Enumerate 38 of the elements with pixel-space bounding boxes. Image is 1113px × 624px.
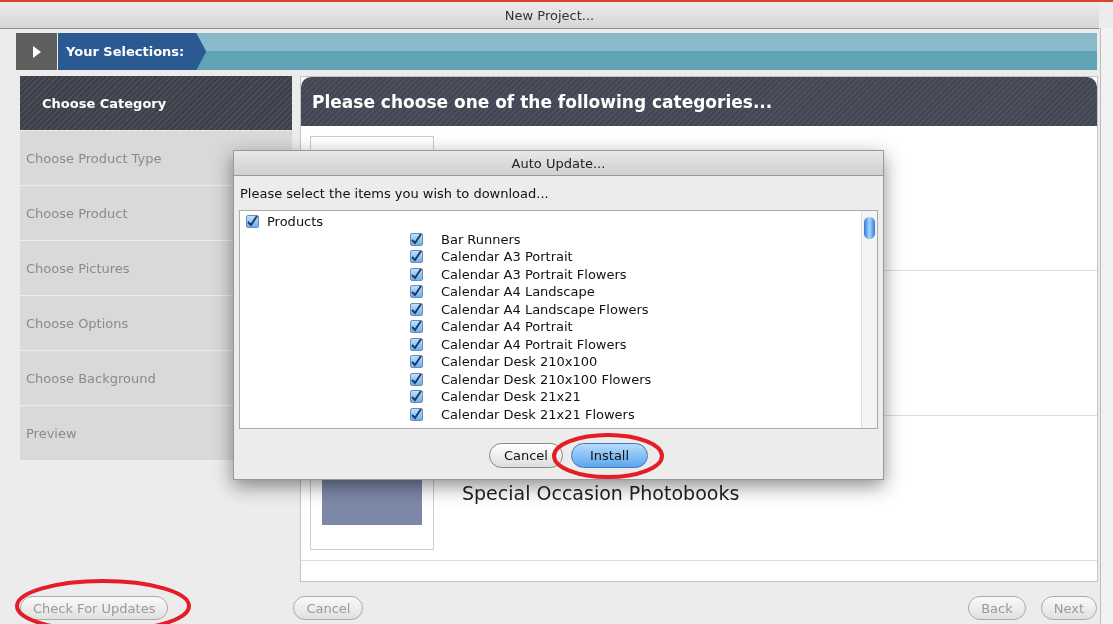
check-updates-button[interactable]: Check For Updates [20, 596, 169, 620]
dialog-button[interactable]: Install [570, 443, 649, 468]
tree-item-label: Calendar Desk 21x21 Flowers [441, 406, 635, 422]
cancel-button[interactable]: Cancel [293, 596, 364, 620]
dialog-title: Auto Update... [511, 155, 606, 171]
tree-item-label: Calendar A4 Portrait Flowers [441, 336, 627, 352]
step-item[interactable]: Choose Category [20, 76, 292, 130]
checkbox[interactable] [410, 320, 423, 334]
checkbox[interactable] [246, 215, 259, 229]
tree-item-label: Calendar Desk 210x100 [441, 354, 598, 370]
play-arrow-icon [32, 45, 41, 58]
checkbox[interactable] [410, 337, 423, 351]
tree-item-label: Bar Runners [441, 231, 521, 247]
checkbox[interactable] [410, 267, 423, 281]
checkbox[interactable] [410, 232, 423, 246]
expand-button[interactable] [16, 33, 57, 70]
panel-title: Please choose one of the following categories... [312, 91, 773, 112]
checkbox[interactable] [410, 372, 423, 386]
checkbox[interactable] [410, 407, 423, 421]
category-title[interactable]: Special Occasion Photobooks [462, 482, 740, 504]
checkbox[interactable] [410, 390, 423, 404]
selections-label: Your Selections: [58, 33, 207, 70]
checkbox[interactable] [410, 285, 423, 299]
next-button[interactable]: Next [1040, 596, 1097, 620]
back-button[interactable]: Back [968, 596, 1026, 620]
dialog-button[interactable]: Cancel [488, 443, 563, 468]
tree-item-label: Calendar A4 Landscape [441, 284, 595, 300]
tree-item-label: Calendar Desk 210x100 Flowers [441, 371, 652, 387]
checkbox[interactable] [410, 302, 423, 316]
tree-item-label: Calendar A4 Portrait [441, 319, 573, 335]
tree-item-label: Calendar A3 Portrait Flowers [441, 266, 627, 282]
tree-item-label: Calendar A3 Portrait [441, 249, 573, 265]
checkbox[interactable] [410, 355, 423, 369]
tree-item-label: Calendar A4 Landscape Flowers [441, 301, 649, 317]
window-title: New Project... [504, 7, 595, 23]
checkbox[interactable] [410, 250, 423, 264]
tree-item-label: Calendar Desk 21x21 [441, 389, 581, 405]
scrollbar[interactable] [861, 211, 877, 428]
